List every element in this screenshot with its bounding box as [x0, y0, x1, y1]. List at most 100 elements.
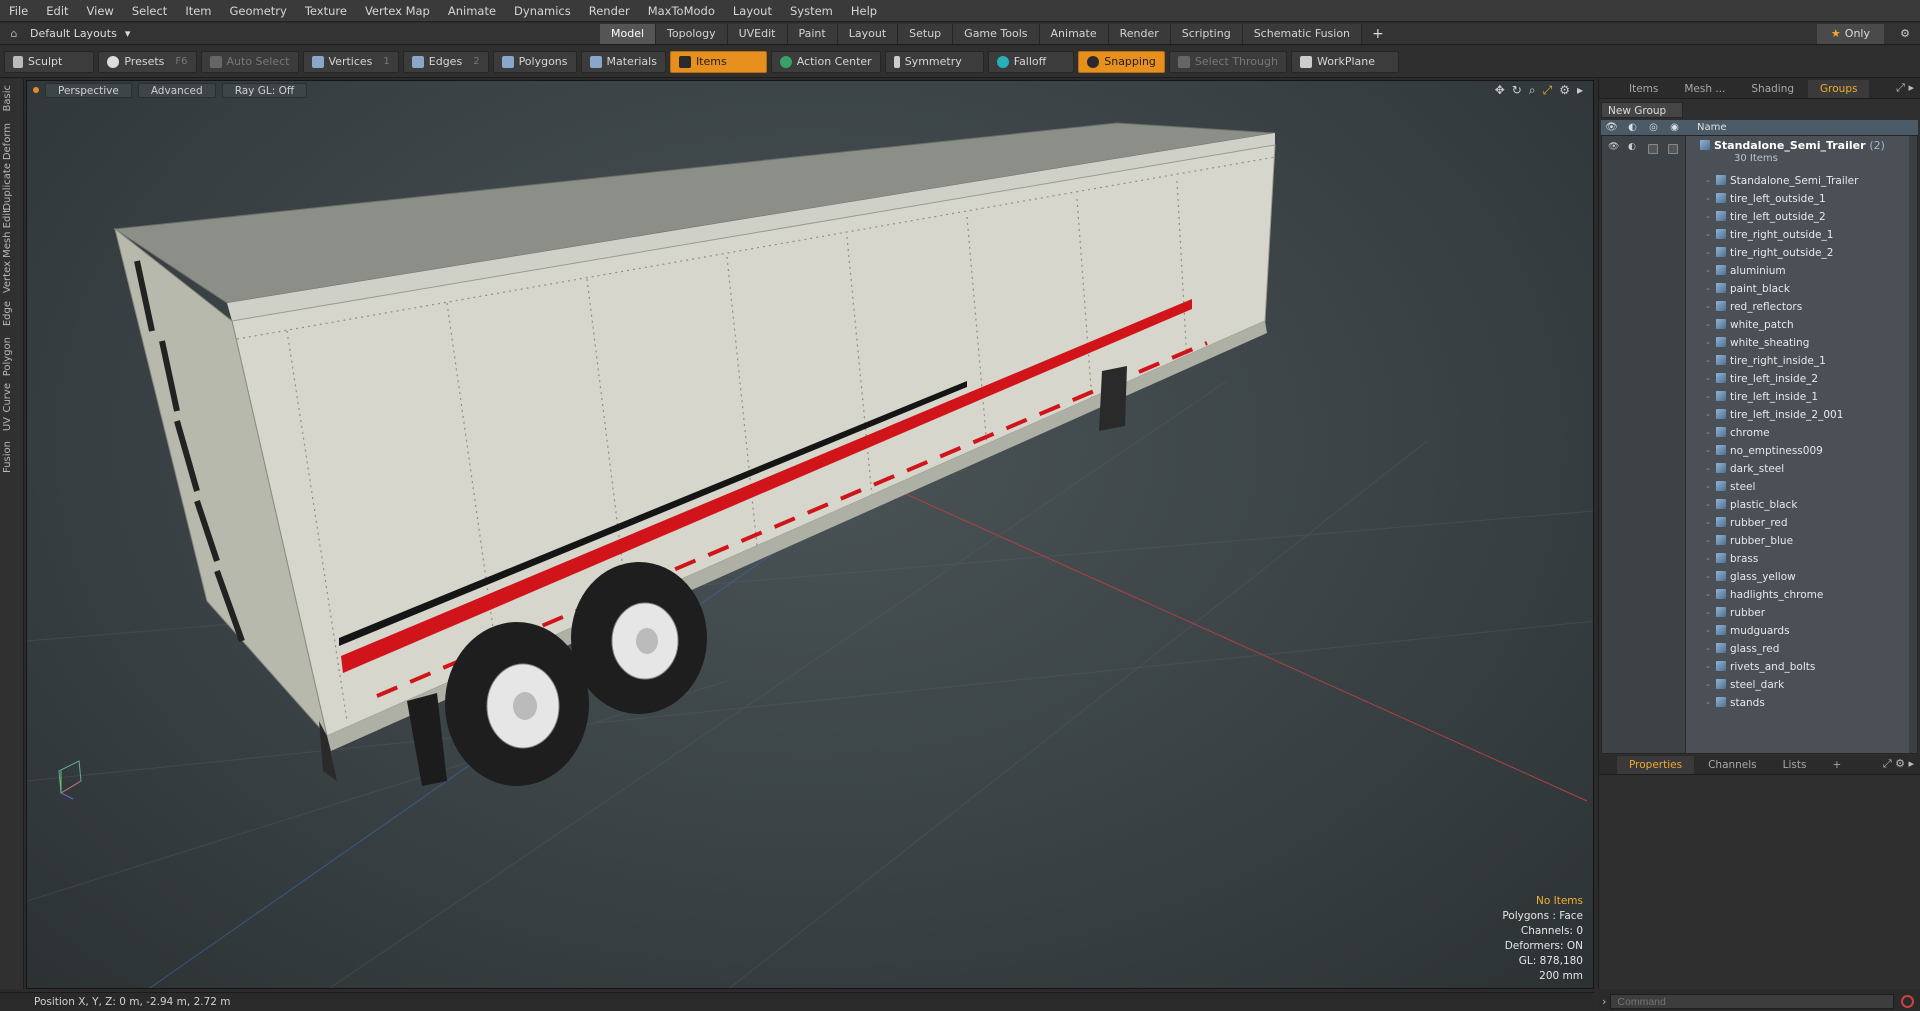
menu-view[interactable]: View	[78, 0, 123, 22]
group-item-row[interactable]: - hadlights_chrome	[1706, 586, 1823, 604]
left-tab-polygon[interactable]: Polygon	[2, 337, 22, 376]
menu-animate[interactable]: Animate	[439, 0, 505, 22]
add-properties-tab-icon[interactable]: +	[1820, 756, 1853, 774]
command-input[interactable]	[1610, 994, 1894, 1009]
left-tab-vertex[interactable]: Vertex	[2, 261, 22, 293]
group-item-row[interactable]: - mudguards	[1706, 622, 1790, 640]
group-item-row[interactable]: - chrome	[1706, 424, 1770, 442]
tab-scripting[interactable]: Scripting	[1170, 23, 1243, 44]
group-visibility-icon[interactable]: 👁	[1608, 142, 1619, 152]
lock-col-icon[interactable]: ◎	[1643, 122, 1664, 133]
items-button[interactable]: Items	[669, 50, 767, 73]
edges-button[interactable]: Edges 2	[402, 50, 489, 73]
panel-expand-icon[interactable]: ⤢ ▸	[1896, 81, 1914, 95]
left-tab-fusion[interactable]: Fusion	[2, 441, 22, 473]
menu-texture[interactable]: Texture	[296, 0, 356, 22]
raygl-button[interactable]: Ray GL: Off	[221, 82, 308, 98]
pan-icon[interactable]: ✥	[1495, 83, 1505, 98]
properties-expand-icon[interactable]: ⤢ ⚙ ▸	[1883, 757, 1914, 771]
tab-uvedit[interactable]: UVEdit	[727, 23, 788, 44]
vertices-button[interactable]: Vertices 1	[302, 50, 399, 73]
properties-tab-channels[interactable]: Channels	[1696, 756, 1769, 774]
group-item-row[interactable]: - tire_left_inside_1	[1706, 388, 1818, 406]
tab-setup[interactable]: Setup	[898, 23, 954, 44]
panel-tab-items[interactable]: Items	[1617, 80, 1670, 98]
left-tab-deform[interactable]: Deform	[2, 123, 22, 160]
workplane-button[interactable]: WorkPlane	[1290, 50, 1399, 73]
auto-select-button[interactable]: Auto Select	[200, 50, 299, 73]
menu-file[interactable]: File	[0, 0, 37, 22]
group-item-row[interactable]: - tire_right_outside_2	[1706, 244, 1833, 262]
menu-dynamics[interactable]: Dynamics	[505, 0, 580, 22]
group-item-row[interactable]: - rubber	[1706, 604, 1765, 622]
group-item-row[interactable]: - stands	[1706, 694, 1765, 712]
view-perspective-button[interactable]: Perspective	[45, 82, 132, 98]
menu-maxtomodo[interactable]: MaxToModo	[639, 0, 724, 22]
gear-icon[interactable]: ⚙	[1900, 24, 1910, 44]
tab-schematic-fusion[interactable]: Schematic Fusion	[1242, 23, 1363, 44]
group-item-row[interactable]: - tire_right_inside_1	[1706, 352, 1826, 370]
tab-layout[interactable]: Layout	[837, 23, 899, 44]
group-item-row[interactable]: - steel	[1706, 478, 1755, 496]
group-item-row[interactable]: - paint_black	[1706, 280, 1790, 298]
groups-tree[interactable]: 👁 ◐ Standalone_Semi_Trailer (2) 30 Items…	[1601, 135, 1918, 754]
left-tab-edge[interactable]: Edge	[2, 301, 22, 326]
properties-tab-lists[interactable]: Lists	[1771, 756, 1819, 774]
menu-system[interactable]: System	[781, 0, 842, 22]
left-tab-curve[interactable]: Curve	[2, 383, 22, 413]
add-tab-icon[interactable]: +	[1362, 26, 1394, 42]
group-lock-checkbox[interactable]	[1648, 144, 1658, 154]
left-tab-uv[interactable]: UV	[2, 417, 22, 431]
rotate-icon[interactable]: ↻	[1512, 83, 1522, 98]
render-col-icon[interactable]: ◐	[1622, 122, 1643, 133]
zoom-icon[interactable]: ⌕	[1529, 83, 1536, 98]
group-item-row[interactable]: - dark_steel	[1706, 460, 1784, 478]
group-item-row[interactable]: - tire_left_outside_2	[1706, 208, 1826, 226]
menu-item[interactable]: Item	[176, 0, 220, 22]
group-item-row[interactable]: - tire_left_inside_2_001	[1706, 406, 1843, 424]
action-center-button[interactable]: Action Center	[770, 50, 881, 73]
group-item-row[interactable]: - Standalone_Semi_Trailer	[1706, 172, 1858, 190]
tab-paint[interactable]: Paint	[787, 23, 838, 44]
group-item-row[interactable]: - plastic_black	[1706, 496, 1797, 514]
select-through-button[interactable]: Select Through	[1168, 50, 1287, 73]
layout-selector[interactable]: ⌂ Default Layouts ▾	[0, 27, 600, 40]
new-group-button[interactable]: New Group	[1601, 102, 1683, 118]
group-item-row[interactable]: - tire_left_inside_2	[1706, 370, 1818, 388]
presets-button[interactable]: Presets F6	[98, 50, 197, 73]
tab-topology[interactable]: Topology	[656, 23, 728, 44]
group-select-checkbox[interactable]	[1668, 144, 1678, 154]
home-icon[interactable]: ⌂	[6, 27, 22, 40]
3d-viewport[interactable]: Perspective Advanced Ray GL: Off ✥ ↻ ⌕ ⤢…	[26, 80, 1594, 989]
tree-scrollbar[interactable]	[1909, 136, 1917, 753]
menu-edit[interactable]: Edit	[37, 0, 77, 22]
tab-render[interactable]: Render	[1108, 23, 1171, 44]
select-col-icon[interactable]: ◉	[1664, 122, 1685, 133]
group-render-icon[interactable]: ◐	[1628, 142, 1636, 152]
group-item-row[interactable]: - red_reflectors	[1706, 298, 1802, 316]
viewport-gear-icon[interactable]: ⚙	[1559, 83, 1570, 98]
visibility-col-icon[interactable]: 👁	[1601, 122, 1622, 133]
group-item-row[interactable]: - no_emptiness009	[1706, 442, 1823, 460]
group-item-row[interactable]: - white_patch	[1706, 316, 1794, 334]
group-item-row[interactable]: - aluminium	[1706, 262, 1786, 280]
sculpt-button[interactable]: Sculpt	[4, 50, 95, 73]
polygons-button[interactable]: Polygons	[492, 50, 577, 73]
group-item-row[interactable]: - rivets_and_bolts	[1706, 658, 1815, 676]
tab-animate[interactable]: Animate	[1039, 23, 1109, 44]
panel-tab-groups[interactable]: Groups	[1808, 79, 1870, 98]
properties-tab-properties[interactable]: Properties	[1617, 755, 1695, 774]
menu-select[interactable]: Select	[123, 0, 176, 22]
group-item-row[interactable]: - tire_right_outside_1	[1706, 226, 1833, 244]
shading-advanced-button[interactable]: Advanced	[137, 82, 216, 98]
menu-help[interactable]: Help	[842, 0, 886, 22]
symmetry-button[interactable]: Symmetry	[884, 50, 984, 73]
group-item-row[interactable]: - rubber_blue	[1706, 532, 1793, 550]
only-button[interactable]: ★ Only	[1816, 24, 1884, 44]
left-tab-basic[interactable]: Basic	[2, 85, 22, 111]
menu-geometry[interactable]: Geometry	[221, 0, 296, 22]
group-item-row[interactable]: - tire_left_outside_1	[1706, 190, 1826, 208]
maximize-icon[interactable]: ⤢	[1543, 83, 1553, 98]
left-tab-duplicate[interactable]: Duplicate	[2, 163, 22, 211]
group-item-row[interactable]: - glass_red	[1706, 640, 1779, 658]
